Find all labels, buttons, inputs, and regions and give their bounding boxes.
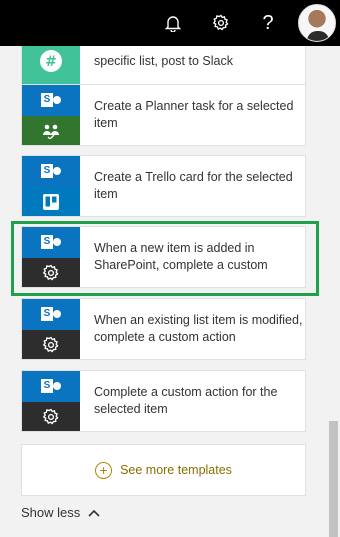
plus-circle-icon: + — [95, 461, 113, 479]
selection-highlight-box — [11, 221, 319, 296]
chevron-up-icon — [88, 509, 100, 517]
template-card-trello[interactable]: S Create a Trello card for the selected … — [21, 155, 306, 217]
show-less-label: Show less — [21, 505, 81, 520]
scrollbar-thumb[interactable] — [329, 421, 338, 537]
see-more-templates-button[interactable]: + See more templates — [21, 444, 306, 496]
template-text: When an existing list item is modified, … — [94, 313, 303, 344]
settings-gear-icon[interactable] — [201, 0, 241, 46]
show-less-toggle[interactable]: Show less — [21, 505, 100, 520]
custom-action-gear-icon — [22, 330, 80, 359]
template-text: Create a Trello card for the selected it… — [94, 170, 293, 201]
sharepoint-icon: S — [22, 299, 80, 330]
template-card-modified-custom[interactable]: S When an existing list item is modified… — [21, 298, 306, 360]
template-icons: S — [22, 299, 80, 359]
sharepoint-icon: S — [22, 156, 80, 187]
template-icons: S — [22, 156, 80, 216]
sharepoint-icon: S — [22, 85, 80, 116]
help-label: ? — [262, 11, 274, 34]
template-card-planner[interactable]: S Create a Planner task for a selected i… — [21, 84, 306, 146]
scrollbar[interactable] — [326, 46, 340, 537]
template-text: Complete a custom action for the selecte… — [94, 385, 278, 416]
help-question-icon[interactable]: ? — [248, 0, 288, 46]
top-bar: ? — [0, 0, 340, 46]
template-icons: S — [22, 85, 80, 145]
notifications-bell-icon[interactable] — [153, 0, 193, 46]
trello-icon — [22, 187, 80, 216]
template-card-selected-custom[interactable]: S Complete a custom action for the selec… — [21, 370, 306, 432]
see-more-label: See more templates — [120, 463, 232, 477]
sharepoint-icon: S — [22, 371, 80, 402]
user-avatar[interactable] — [298, 4, 336, 42]
template-icons: S — [22, 371, 80, 431]
custom-action-gear-icon — [22, 402, 80, 431]
svg-text:#: # — [45, 54, 57, 70]
planner-icon — [22, 116, 80, 145]
template-text: Create a Planner task for a selected ite… — [94, 99, 294, 130]
